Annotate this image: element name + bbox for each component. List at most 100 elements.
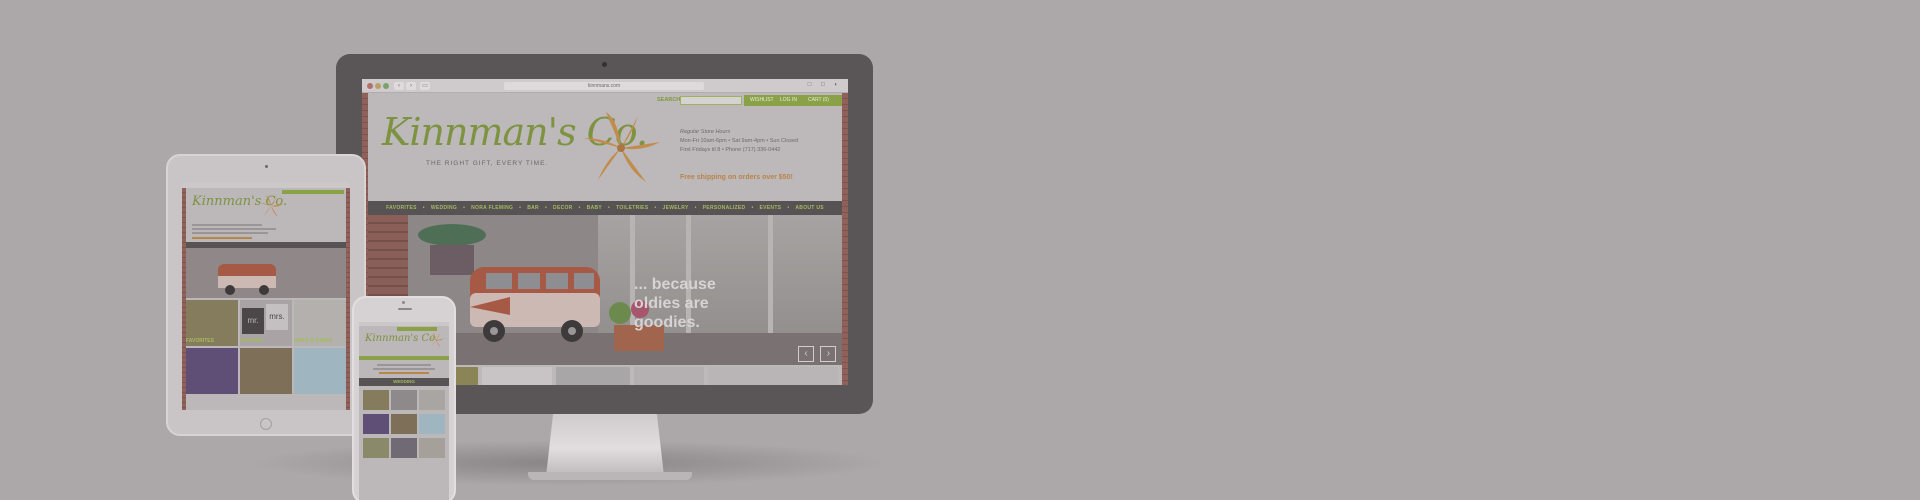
phone-tile[interactable] [391,390,417,410]
tablet-hours-line [192,224,262,226]
category-tile[interactable] [294,348,346,394]
store-hours-line: First Fridays til 8 • Phone (717) 336-04… [680,147,781,153]
tablet-hero [186,248,346,298]
category-thumbnail[interactable] [634,367,704,385]
nav-item-decor[interactable]: DECOR [553,205,573,211]
cart-link[interactable]: CART (0) [808,97,829,103]
category-tile[interactable] [186,348,238,394]
category-thumbnail[interactable] [482,367,552,385]
category-label: FAVORITES [186,338,214,344]
phone-status-bar [359,322,449,326]
tablet-account-bar [282,190,344,194]
nav-separator: • [519,205,522,211]
iphone-speaker [398,308,412,310]
hero-caption-line: ... because [634,276,716,293]
tablet-status-bar [182,182,350,188]
phone-tile[interactable] [363,438,389,458]
ipad-home-button[interactable] [260,418,272,430]
nav-item-nora-fleming[interactable]: NORA FLEMING [471,205,513,211]
site-tagline: THE RIGHT GIFT, EVERY TIME. [426,160,549,167]
nav-item-toiletries[interactable]: TOILETRIES [616,205,648,211]
nav-separator: • [463,205,466,211]
hero-caption-line: oldies are [634,295,709,312]
phone-tile[interactable] [419,414,445,434]
tile-mr-sign: mr. [242,308,264,334]
phone-tile[interactable] [419,438,445,458]
nav-separator: • [787,205,790,211]
nav-separator: • [578,205,581,211]
store-hours-line: Mon-Fri 10am-6pm • Sat 9am-4pm • Sun Clo… [680,138,799,144]
phone-tile[interactable] [363,414,389,434]
ipad-device: Kinnman's Co. mr. mrs. FAVORITES WEDDING… [166,154,366,436]
vw-bus-image [470,267,600,342]
share-tabs-icons[interactable]: □ □ ◐ [808,82,842,88]
chevron-right-icon[interactable]: › [406,82,416,90]
nav-item-personalized[interactable]: PERSONALIZED [703,205,746,211]
category-label: WEDDING [240,338,265,344]
hero-caption-line: goodies. [634,314,700,331]
main-navigation: FAVORITES • WEDDING • NORA FLEMING • BAR • DECOR… [368,201,842,215]
free-shipping-banner: Free shipping on orders over $50! [680,174,793,181]
nav-item-baby[interactable]: BABY [587,205,602,211]
phone-hours-line [377,364,431,366]
phone-tile[interactable] [391,414,417,434]
browser-toolbar: ‹ › ▭ kinnmans.com □ □ ◐ [362,79,848,93]
phone-section-header[interactable]: WEDDING [359,378,449,386]
nav-separator: • [654,205,657,211]
phone-tile[interactable] [391,438,417,458]
phone-account-bar [397,327,437,331]
close-window-icon[interactable] [367,83,373,89]
nav-item-events[interactable]: EVENTS [760,205,782,211]
nav-separator: • [751,205,754,211]
next-slide-icon[interactable]: › [820,346,837,362]
search-input[interactable] [680,96,742,105]
chevron-left-icon[interactable]: ‹ [394,82,404,90]
tablet-hours-line [192,232,268,234]
nav-separator: • [422,205,425,211]
store-hours: Regular Store Hours Mon-Fri 10am-6pm • S… [680,128,840,155]
nav-item-favorites[interactable]: FAVORITES [386,205,417,211]
iphone-camera [402,301,405,304]
login-link[interactable]: LOG IN [780,97,797,103]
phone-lily-icon [428,332,444,348]
phone-shipping-line [379,372,429,374]
tablet-lily-icon [260,195,283,217]
imac-stand [546,414,664,476]
address-bar[interactable]: kinnmans.com [504,82,704,90]
sidebar-icon[interactable]: ▭ [420,82,430,90]
previous-slide-icon[interactable]: ‹ [798,346,814,362]
category-tile[interactable] [240,348,292,394]
tablet-shipping-line [192,237,252,239]
category-thumbnail[interactable] [556,367,630,385]
tablet-vw-bus-image [218,264,276,295]
category-thumbnail[interactable] [708,367,838,385]
nav-item-about-us[interactable]: ABOUT US [795,205,824,211]
nav-item-wedding[interactable]: WEDDING [431,205,457,211]
minimize-window-icon[interactable] [375,83,381,89]
wishlist-link[interactable]: WISHLIST [750,97,774,103]
maximize-window-icon[interactable] [383,83,389,89]
store-hours-title: Regular Store Hours [680,129,731,135]
tablet-brick-right [346,188,350,410]
imac-camera [602,62,607,67]
phone-tile[interactable] [363,390,389,410]
brick-wall-right [842,93,848,385]
imac-stand-foot [528,472,692,480]
iphone-device: Kinnman's Co. WEDDING [352,296,456,500]
account-links-bar: WISHLIST LOG IN CART (0) [744,95,842,106]
utility-bar: SEARCH WISHLIST LOG IN CART (0) [368,95,842,107]
nav-item-bar[interactable]: BAR [527,205,539,211]
tablet-website-screen: Kinnman's Co. mr. mrs. FAVORITES WEDDING… [182,182,350,410]
site-header: Kinnman's Co. THE RIGHT GIFT, EVERY TIME… [368,108,842,200]
search-label: SEARCH [657,97,681,103]
nav-item-jewelry[interactable]: JEWELRY [663,205,689,211]
phone-tile[interactable] [419,390,445,410]
nav-separator: • [544,205,548,211]
phone-hours-line [373,368,435,370]
nav-separator: • [694,205,697,211]
lily-flower-icon [584,112,660,182]
phone-green-bar [359,356,449,360]
hero-caption: ... because oldies are goodies. [634,275,754,332]
tile-mrs-sign: mrs. [266,304,288,330]
ipad-camera [265,165,268,168]
